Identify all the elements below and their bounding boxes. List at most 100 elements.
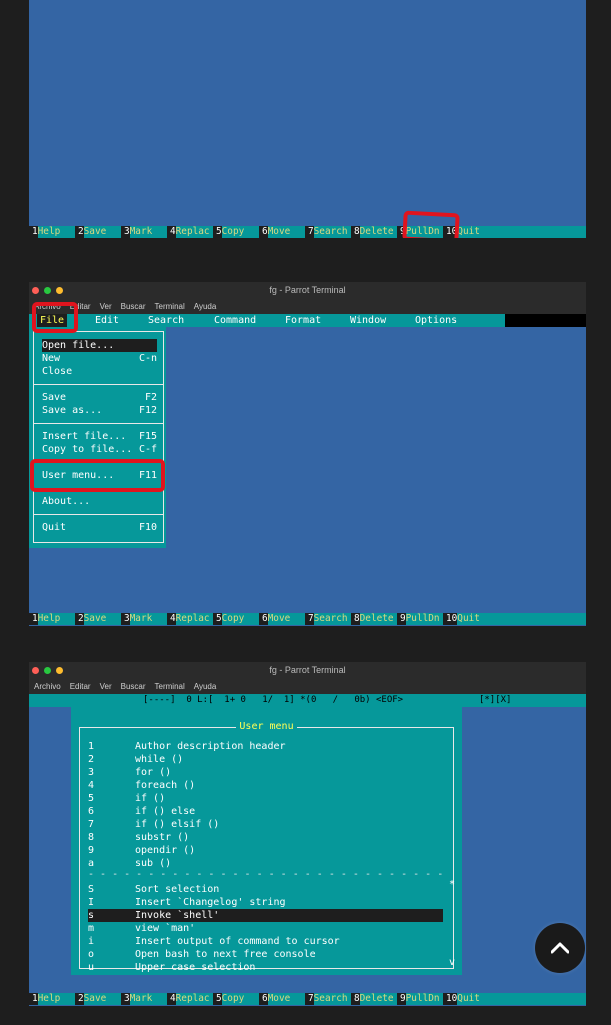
fkey-label: Move [267, 993, 291, 1005]
menu-item-save[interactable]: Save F2 [42, 391, 157, 404]
mc-menu-command[interactable]: Command [214, 314, 256, 327]
mc-menu-window[interactable]: Window [350, 314, 386, 327]
scroll-to-top-button[interactable] [535, 923, 585, 973]
menu-item-about[interactable]: About... [42, 495, 157, 508]
user-menu-item[interactable]: m view `man' [88, 922, 443, 935]
fkey-label: Copy [221, 613, 245, 625]
mc-menu-format[interactable]: Format [285, 314, 321, 327]
user-menu-item[interactable]: I Insert `Changelog' string [88, 896, 443, 909]
menu-terminal[interactable]: Terminal [155, 300, 185, 314]
terminal-window-3: fg - Parrot Terminal Archivo Editar Ver … [29, 662, 586, 1006]
item-description: Insert `Changelog' string [135, 897, 286, 908]
user-menu-item[interactable]: 4 foreach () [88, 779, 443, 792]
fkey-number: 5 [213, 226, 222, 238]
fkey-6[interactable]: 6 Move [259, 993, 305, 1005]
item-hotkey: i [88, 936, 95, 947]
mc-menu-search[interactable]: Search [148, 314, 184, 327]
menu-item-insert-file[interactable]: Insert file... F15 [42, 430, 157, 443]
fkey-label: Save [83, 613, 107, 625]
fkey-7[interactable]: 7 Search [305, 613, 351, 625]
fkey-8[interactable]: 8 Delete [351, 993, 397, 1005]
fkey-6[interactable]: 6 Move [259, 226, 305, 238]
fkey-10[interactable]: 10 Quit [443, 613, 586, 625]
fkey-10[interactable]: 10 Quit [443, 226, 586, 238]
user-menu-item[interactable]: 7 if () elsif () [88, 818, 443, 831]
user-menu-item-selected[interactable]: s Invoke `shell' [88, 909, 443, 922]
fkey-2[interactable]: 2 Save [75, 613, 121, 625]
fkey-5[interactable]: 5 Copy [213, 226, 259, 238]
menu-terminal[interactable]: Terminal [155, 680, 185, 694]
fkey-label: PullDn [405, 613, 440, 625]
user-menu-item[interactable]: 8 substr () [88, 831, 443, 844]
mc-menu-options[interactable]: Options [415, 314, 457, 327]
user-menu-item[interactable]: 9 opendir () [88, 844, 443, 857]
fkey-2[interactable]: 2 Save [75, 226, 121, 238]
user-menu-item[interactable]: u Upper case selection [88, 961, 443, 974]
fkey-1[interactable]: 1 Help [29, 993, 75, 1005]
user-menu-item[interactable]: 6 if () else [88, 805, 443, 818]
fkey-number: 4 [167, 613, 176, 625]
fkey-10[interactable]: 10 Quit [443, 993, 586, 1005]
user-menu-item[interactable]: S Sort selection [88, 883, 443, 896]
user-menu-item[interactable]: 1 Author description header [88, 740, 443, 753]
fkey-label: Quit [457, 226, 480, 238]
user-menu-item[interactable]: o Open bash to next free console [88, 948, 443, 961]
menu-item-open-file[interactable]: Open file... [42, 339, 157, 352]
fkey-3[interactable]: 3 Mark [121, 226, 167, 238]
window-title: fg - Parrot Terminal [269, 665, 346, 675]
menu-ayuda[interactable]: Ayuda [194, 680, 217, 694]
fkey-number: 6 [259, 993, 268, 1005]
fkey-4[interactable]: 4 Replac [167, 226, 213, 238]
item-description: Sort selection [135, 884, 220, 895]
fkey-1[interactable]: 1 Help [29, 613, 75, 625]
fkey-number: 10 [443, 993, 458, 1005]
menu-item-close[interactable]: Close [42, 365, 157, 378]
fkey-number: 7 [305, 613, 314, 625]
fkey-4[interactable]: 4 Replac [167, 993, 213, 1005]
fkey-7[interactable]: 7 Search [305, 993, 351, 1005]
fkey-9[interactable]: 9 PullDn [397, 993, 443, 1005]
fkey-label: Help [37, 613, 61, 625]
fkey-5[interactable]: 5 Copy [213, 993, 259, 1005]
user-menu-item[interactable]: 3 for () [88, 766, 443, 779]
menu-ver[interactable]: Ver [100, 680, 112, 694]
menu-item-new[interactable]: New C-n [42, 352, 157, 365]
user-menu-item[interactable]: 2 while () [88, 753, 443, 766]
fkey-1[interactable]: 1 Help [29, 226, 75, 238]
fkey-2[interactable]: 2 Save [75, 993, 121, 1005]
fkey-8[interactable]: 8 Delete [351, 226, 397, 238]
fkey-label: Move [267, 226, 291, 238]
window-titlebar: fg - Parrot Terminal [29, 282, 586, 300]
fkey-6[interactable]: 6 Move [259, 613, 305, 625]
menu-item-quit[interactable]: Quit F10 [42, 521, 157, 534]
menu-editar[interactable]: Editar [70, 680, 91, 694]
window-title: fg - Parrot Terminal [269, 285, 346, 295]
menu-buscar[interactable]: Buscar [121, 680, 146, 694]
menu-buscar[interactable]: Buscar [121, 300, 146, 314]
highlight-user-menu-item [30, 459, 165, 492]
fkey-label: Search [313, 993, 348, 1005]
fkey-3[interactable]: 3 Mark [121, 993, 167, 1005]
fkey-8[interactable]: 8 Delete [351, 613, 397, 625]
fkey-4[interactable]: 4 Replac [167, 613, 213, 625]
mcedit-menubar: File Edit Search Command Format Window O… [29, 314, 586, 327]
fkey-3[interactable]: 3 Mark [121, 613, 167, 625]
item-hotkey: 1 [88, 741, 95, 752]
menu-ver[interactable]: Ver [100, 300, 112, 314]
item-description: Invoke `shell' [135, 910, 220, 921]
menu-item-copy-to-file[interactable]: Copy to file... C-f [42, 443, 157, 456]
user-menu-item[interactable]: i Insert output of command to cursor [88, 935, 443, 948]
menu-archivo[interactable]: Archivo [34, 680, 61, 694]
terminal-window-2: fg - Parrot Terminal Archivo Editar Ver … [29, 282, 586, 626]
menu-item-save-as[interactable]: Save as... F12 [42, 404, 157, 417]
fkey-5[interactable]: 5 Copy [213, 613, 259, 625]
fkey-7[interactable]: 7 Search [305, 226, 351, 238]
user-menu-item[interactable]: 5 if () [88, 792, 443, 805]
highlight-pulldown-key [402, 210, 460, 238]
editor-status-line: [----] 0 L:[ 1+ 0 1/ 1] *(0 / 0b) <EOF> … [29, 694, 586, 707]
mc-menu-edit[interactable]: Edit [95, 314, 119, 327]
fkey-number: 10 [443, 613, 458, 625]
fkey-9[interactable]: 9 PullDn [397, 613, 443, 625]
fkey-label: Help [37, 993, 61, 1005]
menu-ayuda[interactable]: Ayuda [194, 300, 217, 314]
